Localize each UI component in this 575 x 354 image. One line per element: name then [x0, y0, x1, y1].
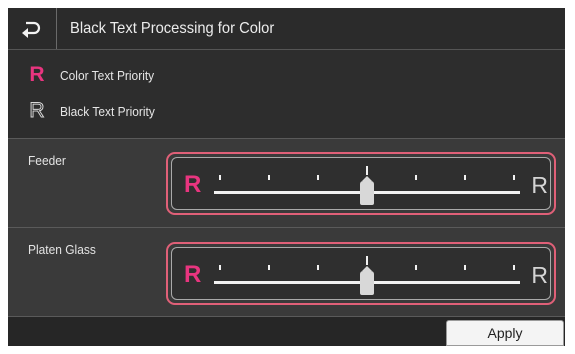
slider-tick	[268, 265, 270, 270]
slider-tick	[415, 175, 417, 180]
feeder-slider[interactable]: R R	[166, 152, 556, 215]
slider-tick	[219, 265, 221, 270]
slider-tick	[219, 175, 221, 180]
slider-frame: R R	[171, 247, 551, 300]
slider-knob[interactable]	[360, 176, 374, 205]
slider-tick	[366, 166, 368, 175]
legend-item-label: Black Text Priority	[60, 103, 155, 119]
slider-tick	[513, 175, 515, 180]
color-text-priority-icon: R	[29, 63, 45, 86]
slider-tick	[464, 265, 466, 270]
slider-tick	[268, 175, 270, 180]
legend-item-color-text: R Color Text Priority	[26, 60, 162, 90]
color-priority-end-icon: R	[184, 171, 202, 198]
platen-glass-slider[interactable]: R R	[166, 242, 556, 305]
slider-tick	[366, 256, 368, 265]
slider-frame: R R	[171, 157, 551, 210]
color-priority-end-icon: R	[184, 261, 202, 288]
screen: Black Text Processing for Color R Color …	[8, 8, 565, 346]
feeder-section: Feeder R R	[8, 139, 565, 228]
slider-tick	[464, 175, 466, 180]
bottom-bar: Apply	[8, 317, 565, 346]
legend-item-label: Color Text Priority	[60, 67, 155, 83]
black-priority-end-icon: R	[531, 172, 548, 198]
page-title: Black Text Processing for Color	[70, 20, 275, 37]
legend: R Color Text Priority R Black Text Prior…	[8, 50, 565, 139]
section-label: Platen Glass	[28, 242, 96, 257]
back-button[interactable]	[8, 8, 57, 49]
slider-tick	[415, 265, 417, 270]
legend-item-black-text: R Black Text Priority	[26, 96, 163, 126]
apply-button[interactable]: Apply	[446, 320, 564, 346]
slider-knob[interactable]	[360, 266, 374, 295]
slider-tick	[317, 265, 319, 270]
platen-glass-section: Platen Glass R R	[8, 228, 565, 317]
black-text-priority-icon: R	[29, 99, 45, 123]
back-arrow-icon	[22, 21, 41, 38]
title-bar: Black Text Processing for Color	[8, 8, 565, 50]
section-label: Feeder	[28, 153, 66, 168]
slider-tick	[513, 265, 515, 270]
black-priority-end-icon: R	[531, 262, 548, 288]
slider-tick	[317, 175, 319, 180]
